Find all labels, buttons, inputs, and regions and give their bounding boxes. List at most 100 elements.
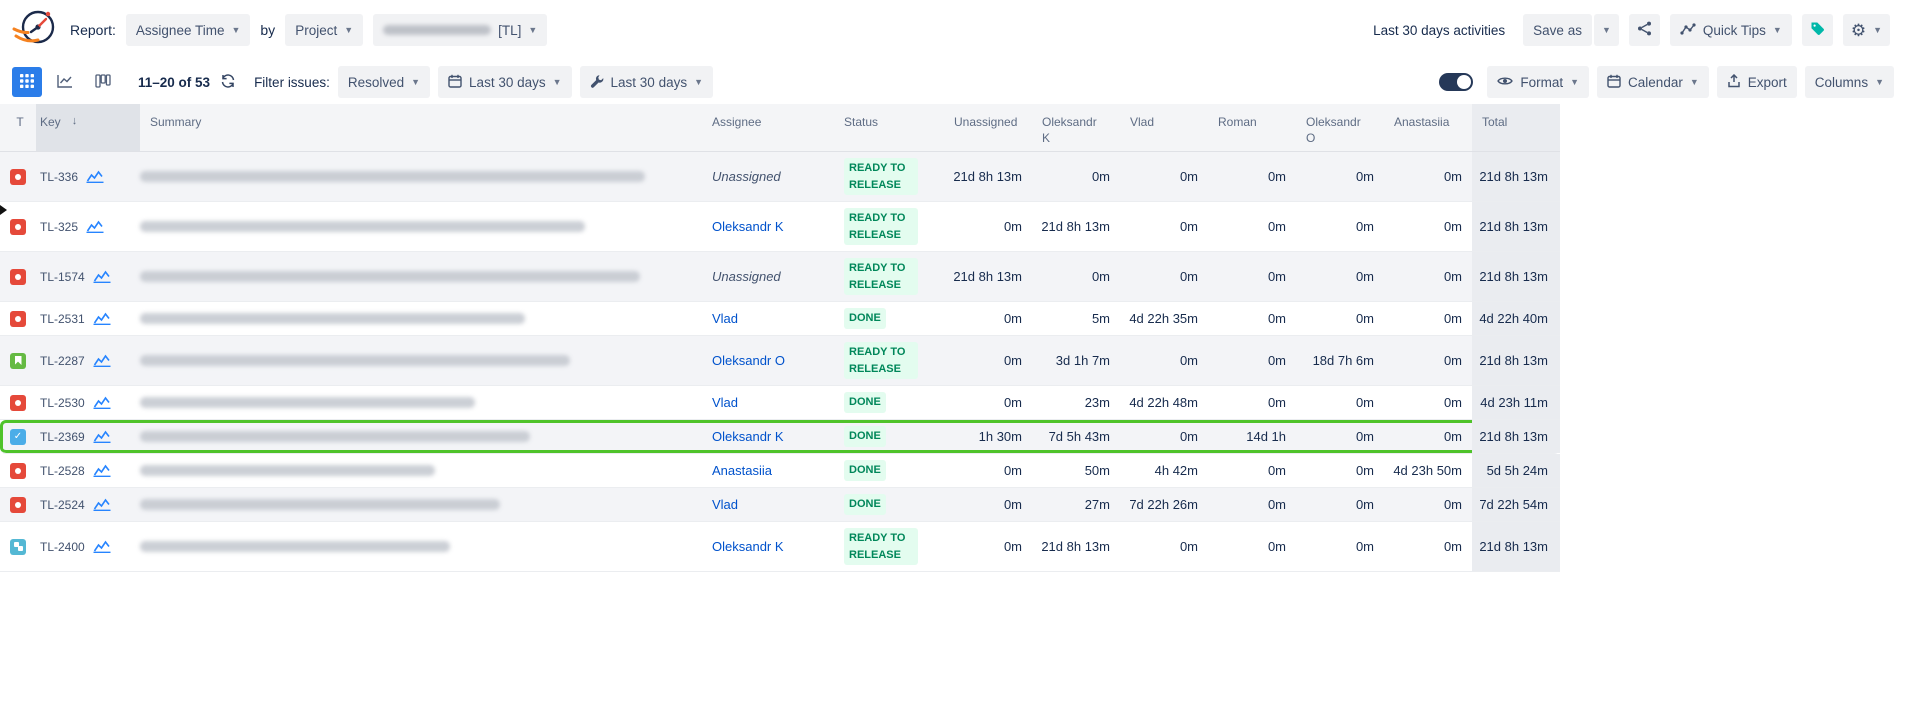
grid-view-button[interactable] bbox=[12, 67, 42, 97]
column-header-oleksandr-o[interactable]: Oleksandr O bbox=[1296, 104, 1384, 151]
columns-label: Columns bbox=[1815, 75, 1868, 90]
table-row[interactable]: TL-1574 Unassigned READY TO RELEASE 21d … bbox=[0, 252, 1560, 302]
time-cell-vlad: 0m bbox=[1120, 522, 1208, 571]
group-by-dropdown[interactable]: Project ▼ bbox=[285, 14, 363, 46]
worklog-range-dropdown[interactable]: Last 30 days ▼ bbox=[580, 66, 713, 98]
report-type-dropdown[interactable]: Assignee Time ▼ bbox=[126, 14, 250, 46]
table-row[interactable]: TL-2528 Anastasiia DONE 0m 50m 4h 42m 0m… bbox=[0, 454, 1560, 488]
time-cell-anastasiia: 4d 23h 50m bbox=[1384, 454, 1472, 487]
refresh-button[interactable] bbox=[218, 72, 238, 93]
issue-key-link[interactable]: TL-325 bbox=[40, 220, 78, 234]
issue-key-link[interactable]: TL-2287 bbox=[40, 354, 85, 368]
assignee-link[interactable]: Oleksandr K bbox=[712, 539, 784, 554]
toggle-knob bbox=[1457, 75, 1471, 89]
quick-tips-label: Quick Tips bbox=[1703, 23, 1766, 38]
filter-status-dropdown[interactable]: Resolved ▼ bbox=[338, 66, 430, 98]
total-cell: 21d 8h 13m bbox=[1472, 202, 1560, 251]
project-suffix: [TL] bbox=[498, 23, 521, 38]
issue-chart-icon[interactable] bbox=[93, 312, 111, 325]
table-row[interactable]: TL-336 Unassigned READY TO RELEASE 21d 8… bbox=[0, 152, 1560, 202]
board-view-button[interactable] bbox=[88, 67, 118, 97]
table-row[interactable]: TL-2287 Oleksandr O READY TO RELEASE 0m … bbox=[0, 336, 1560, 386]
color-mode-toggle[interactable] bbox=[1439, 73, 1473, 91]
time-cell-oleksandr-o: 0m bbox=[1296, 420, 1384, 453]
column-header-vlad[interactable]: Vlad bbox=[1120, 104, 1208, 151]
assignee-link[interactable]: Oleksandr O bbox=[712, 353, 785, 368]
status-badge: DONE bbox=[844, 494, 886, 515]
table-row[interactable]: TL-2531 Vlad DONE 0m 5m 4d 22h 35m 0m 0m… bbox=[0, 302, 1560, 336]
save-as-dropdown-button[interactable]: ▼ bbox=[1594, 14, 1619, 46]
time-cell-anastasiia: 0m bbox=[1384, 302, 1472, 335]
settings-button[interactable]: ⚙ ▼ bbox=[1843, 14, 1890, 46]
calendar-label: Calendar bbox=[1628, 75, 1683, 90]
issue-chart-icon[interactable] bbox=[93, 464, 111, 477]
issue-key-link[interactable]: TL-2528 bbox=[40, 464, 85, 478]
issue-chart-icon[interactable] bbox=[93, 396, 111, 409]
issue-chart-icon[interactable] bbox=[93, 354, 111, 367]
assignee-link[interactable]: Unassigned bbox=[712, 269, 781, 284]
tag-icon bbox=[1810, 21, 1825, 39]
column-header-key[interactable]: Key ↓ bbox=[36, 104, 140, 151]
column-header-unassigned[interactable]: Unassigned bbox=[944, 104, 1032, 151]
project-dropdown[interactable]: [TL] ▼ bbox=[373, 14, 547, 46]
issue-chart-icon[interactable] bbox=[93, 270, 111, 283]
table-row[interactable]: TL-2369 Oleksandr K DONE 1h 30m 7d 5h 43… bbox=[0, 420, 1560, 454]
assignee-link[interactable]: Vlad bbox=[712, 395, 738, 410]
issue-type-icon bbox=[10, 497, 26, 513]
time-cell-unassigned: 0m bbox=[944, 202, 1032, 251]
issue-key-link[interactable]: TL-2369 bbox=[40, 430, 85, 444]
assignee-link[interactable]: Anastasiia bbox=[712, 463, 772, 478]
save-as-button[interactable]: Save as bbox=[1523, 14, 1592, 46]
column-header-roman[interactable]: Roman bbox=[1208, 104, 1296, 151]
issue-key-link[interactable]: TL-2524 bbox=[40, 498, 85, 512]
export-button[interactable]: Export bbox=[1717, 66, 1797, 98]
time-cell-oleksandr-k: 7d 5h 43m bbox=[1032, 420, 1120, 453]
time-cell-vlad: 4d 22h 48m bbox=[1120, 386, 1208, 419]
assignee-link[interactable]: Vlad bbox=[712, 497, 738, 512]
chart-view-button[interactable] bbox=[50, 67, 80, 97]
columns-dropdown[interactable]: Columns ▼ bbox=[1805, 66, 1894, 98]
column-header-summary[interactable]: Summary bbox=[140, 104, 702, 151]
time-cell-anastasiia: 0m bbox=[1384, 386, 1472, 419]
table-row[interactable]: TL-2400 Oleksandr K READY TO RELEASE 0m … bbox=[0, 522, 1560, 572]
issue-chart-icon[interactable] bbox=[93, 430, 111, 443]
column-header-status[interactable]: Status bbox=[834, 104, 944, 151]
format-label: Format bbox=[1520, 75, 1563, 90]
table-row[interactable]: TL-2524 Vlad DONE 0m 27m 7d 22h 26m 0m 0… bbox=[0, 488, 1560, 522]
column-header-oleksandr-k[interactable]: Oleksandr K bbox=[1032, 104, 1120, 151]
issue-type-icon bbox=[10, 219, 26, 235]
quick-tips-button[interactable]: Quick Tips ▼ bbox=[1670, 14, 1792, 46]
column-header-anastasiia[interactable]: Anastasiia bbox=[1384, 104, 1472, 151]
project-name-blurred bbox=[383, 25, 491, 35]
issue-chart-icon[interactable] bbox=[93, 540, 111, 553]
issue-key-link[interactable]: TL-336 bbox=[40, 170, 78, 184]
table-row[interactable]: TL-325 Oleksandr K READY TO RELEASE 0m 2… bbox=[0, 202, 1560, 252]
issue-chart-icon[interactable] bbox=[86, 220, 104, 233]
tag-button[interactable] bbox=[1802, 14, 1833, 46]
assignee-link[interactable]: Vlad bbox=[712, 311, 738, 326]
issue-key-link[interactable]: TL-2400 bbox=[40, 540, 85, 554]
assignee-link[interactable]: Oleksandr K bbox=[712, 429, 784, 444]
issue-key-link[interactable]: TL-2531 bbox=[40, 312, 85, 326]
chevron-down-icon: ▼ bbox=[553, 77, 562, 87]
time-cell-oleksandr-k: 50m bbox=[1032, 454, 1120, 487]
column-header-type[interactable]: T bbox=[0, 104, 36, 151]
status-badge: READY TO RELEASE bbox=[844, 158, 918, 195]
column-header-total[interactable]: Total bbox=[1472, 104, 1560, 151]
format-dropdown[interactable]: Format ▼ bbox=[1487, 66, 1589, 98]
calendar-view-dropdown[interactable]: Calendar ▼ bbox=[1597, 66, 1709, 98]
column-header-assignee[interactable]: Assignee bbox=[702, 104, 834, 151]
time-cell-vlad: 4d 22h 35m bbox=[1120, 302, 1208, 335]
issue-chart-icon[interactable] bbox=[93, 498, 111, 511]
share-button[interactable] bbox=[1629, 14, 1660, 46]
date-range-dropdown[interactable]: Last 30 days ▼ bbox=[438, 66, 571, 98]
assignee-link[interactable]: Unassigned bbox=[712, 169, 781, 184]
report-type-value: Assignee Time bbox=[136, 23, 225, 38]
assignee-link[interactable]: Oleksandr K bbox=[712, 219, 784, 234]
issue-key-link[interactable]: TL-1574 bbox=[40, 270, 85, 284]
issue-chart-icon[interactable] bbox=[86, 170, 104, 183]
time-cell-roman: 0m bbox=[1208, 202, 1296, 251]
issue-key-link[interactable]: TL-2530 bbox=[40, 396, 85, 410]
table-row[interactable]: TL-2530 Vlad DONE 0m 23m 4d 22h 48m 0m 0… bbox=[0, 386, 1560, 420]
time-cell-oleksandr-k: 3d 1h 7m bbox=[1032, 336, 1120, 385]
